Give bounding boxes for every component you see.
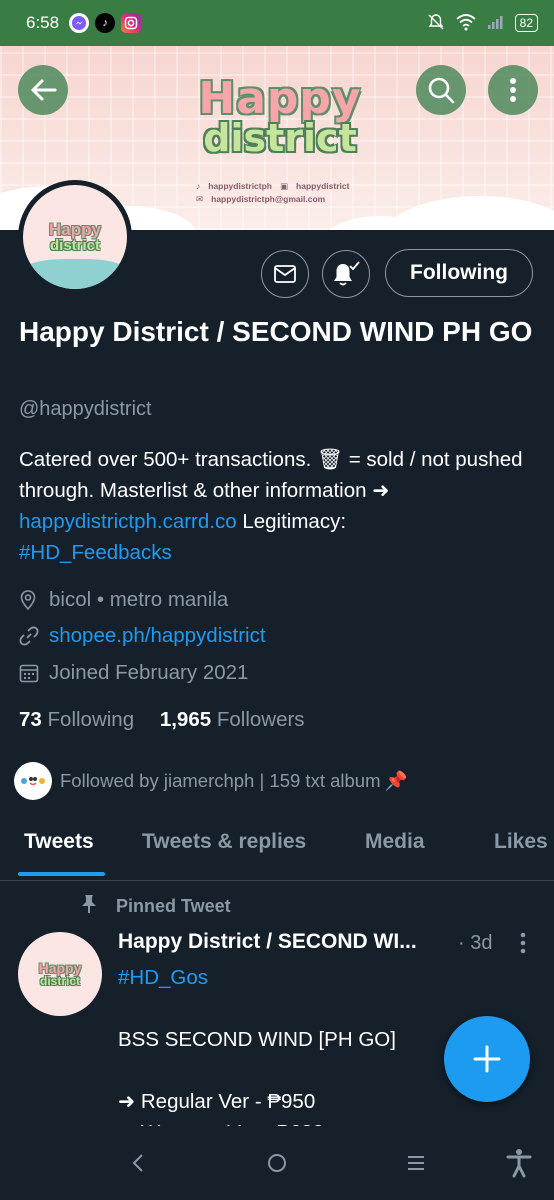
calendar-icon [19,662,39,684]
tweet-avatar-line2: district [39,973,80,988]
followers-count: 1,965 [159,708,212,731]
bio-text: Legitimacy: [236,510,347,533]
shop-icon: ▣ [280,181,289,191]
followed-by-text: Followed by jiamerchph | 159 txt album [60,770,381,791]
tweet-hashtag[interactable]: #HD_Gos [118,962,448,993]
profile-avatar[interactable]: Happy district [18,180,132,294]
banner-email: happydistrictph@gmail.com [211,194,326,204]
back-button[interactable] [18,65,68,115]
back-arrow-icon [31,79,57,101]
trash-basket-icon: 🗑 [317,448,344,471]
mute-icon [427,13,445,34]
tweet-avatar-line1: Happy [38,959,82,976]
followers-count-link[interactable]: 1,965 Followers [160,708,305,731]
more-vertical-icon [520,932,526,954]
bio-text: Catered over 500+ transactions. [19,448,317,471]
location-pin-icon [19,589,39,611]
followed-by-row[interactable]: Followed by jiamerchph | 159 txt album 📌 [14,762,408,800]
messenger-icon [69,13,90,33]
avatar-logo-line1: Happy [49,220,101,239]
tweet-line: ➜ Regular Ver - ₱950 [118,1090,316,1113]
pushpin-icon: 📌 [384,770,408,791]
following-count-link[interactable]: 73 Following [19,708,134,731]
banner-contacts: ♪ happydistrictph ▣ happydistrict ✉ happydis… [196,180,357,206]
signal-icon [487,14,505,33]
banner-logo: Happy district [150,76,410,160]
message-button[interactable] [261,250,309,298]
search-icon [428,77,455,104]
tweet-body[interactable]: #HD_Gos BSS SECOND WIND [PH GO] ➜ Regula… [118,962,448,1141]
tab-tweets[interactable]: Tweets [24,830,94,854]
tweet-author-avatar[interactable]: Happy district [18,932,102,1016]
bio-link[interactable]: happydistrictph.carrd.co [19,510,237,533]
home-circle-icon [268,1154,286,1172]
search-button[interactable] [416,65,466,115]
following-button[interactable]: Following [385,249,533,297]
banner-shop: happydistrict [296,181,350,191]
tab-likes[interactable]: Likes [494,830,548,854]
following-label: Following [47,708,135,731]
nav-home-button[interactable] [247,1126,307,1200]
pin-icon [80,894,98,919]
pinned-label-text: Pinned Tweet [116,896,231,916]
profile-bio: Catered over 500+ transactions. 🗑 = sold… [19,444,539,568]
tweet-author-name[interactable]: Happy District / SECOND WI... [118,930,417,954]
tiktok-icon: ♪ [95,13,116,33]
tab-tweets-replies[interactable]: Tweets & replies [142,830,306,854]
status-time: 6:58 [26,13,60,32]
system-nav-bar [0,1126,554,1200]
tweet-more-button[interactable] [516,930,530,956]
banner-tiktok: happydistrictph [208,181,273,191]
accessibility-icon [506,1149,532,1178]
profile-location: bicol • metro manila [49,588,229,611]
bell-check-icon [334,261,360,286]
link-icon [19,625,39,647]
wifi-icon [455,13,477,34]
website-row: shopee.ph/happydistrict [19,624,266,648]
avatar-logo-line2: district [49,237,100,254]
following-count: 73 [19,708,42,731]
arrow-right-icon: ➜ [372,479,390,502]
follower-avatar [14,762,52,800]
profile-name: Happy District / SECOND WIND PH GO [19,316,533,347]
nav-recents-button[interactable] [386,1126,446,1200]
joined-row: Joined February 2021 [19,661,248,685]
profile-handle: @happydistrict [19,398,152,420]
follow-counts: 73 Following 1,965 Followers [19,708,305,732]
profile-website-link[interactable]: shopee.ph/happydistrict [49,624,266,648]
tab-media[interactable]: Media [365,830,425,854]
battery-indicator: 82 [514,14,538,32]
plus-icon [473,1045,501,1073]
recents-icon [408,1156,424,1170]
mail-icon: ✉ [196,194,204,204]
tiktok-icon: ♪ [196,181,201,191]
chevron-left-icon [132,1154,143,1172]
active-tab-indicator [18,872,105,876]
tweet-timestamp[interactable]: · 3d [458,932,492,955]
followers-label: Followers [216,708,305,731]
more-options-button[interactable] [488,65,538,115]
banner-logo-line2: district [203,116,357,160]
profile-joined-date: Joined February 2021 [49,661,249,684]
nav-back-button[interactable] [108,1126,168,1200]
location-row: bicol • metro manila [19,588,228,612]
pinned-tweet-label: Pinned Tweet [80,894,231,919]
compose-tweet-button[interactable] [444,1016,530,1102]
more-vertical-icon [510,78,516,102]
avatar-image: Happy district [23,185,127,289]
tweet-line: BSS SECOND WIND [PH GO] [118,1028,396,1051]
instagram-icon [121,13,142,33]
notifications-button[interactable] [322,250,370,298]
nav-accessibility-button[interactable] [489,1126,549,1200]
avatar-wave [23,259,127,289]
envelope-icon [274,265,296,283]
status-bar: 6:58 ♪ 82 [0,0,554,46]
bio-hashtag[interactable]: #HD_Feedbacks [19,541,172,564]
